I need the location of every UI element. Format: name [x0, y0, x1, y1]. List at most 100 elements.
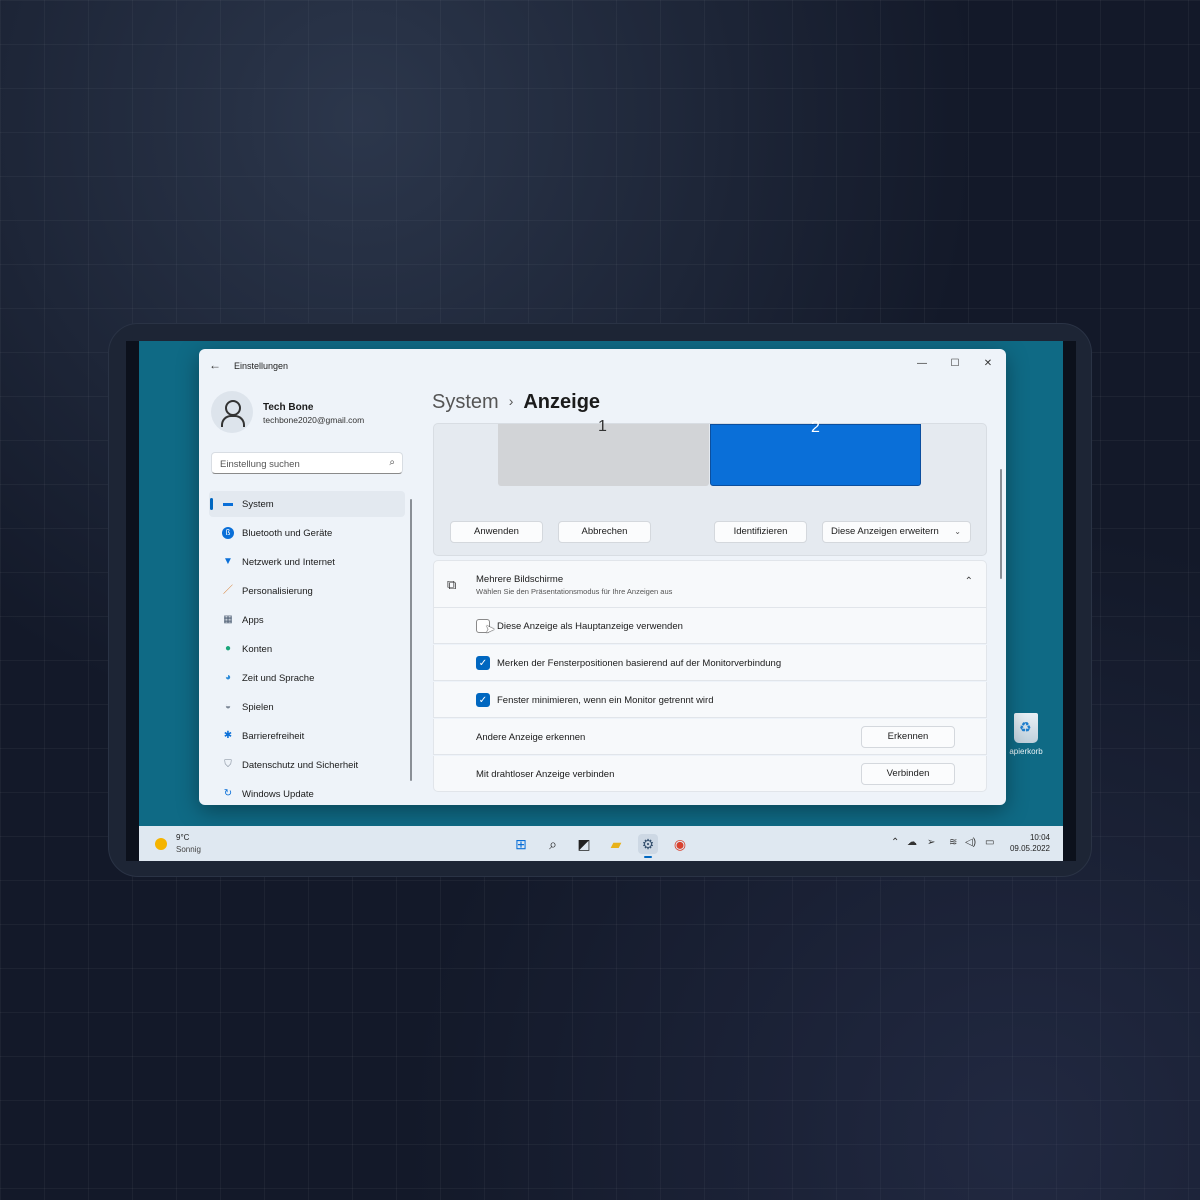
option-remember-positions-row: ✓ Merken der Fensterpositionen basierend…	[433, 645, 987, 681]
sidebar-item-label: Personalisierung	[242, 586, 313, 597]
search-input[interactable]: Einstellung suchen ⌕	[211, 452, 403, 474]
sidebar-item-label: Konten	[242, 644, 273, 655]
sidebar-item-accessibility[interactable]: ✱ Barrierefreiheit	[209, 723, 405, 749]
task-view-icon[interactable]: ◩	[574, 834, 594, 854]
bluetooth-icon: ß	[222, 527, 234, 539]
weather-condition[interactable]: Sonnig	[176, 845, 201, 854]
sidebar-nav: ▬ System ß Bluetooth und Geräte ▼ Netzwe…	[209, 491, 405, 805]
search-placeholder: Einstellung suchen	[220, 459, 300, 470]
wifi-icon: ▼	[223, 556, 233, 567]
monitor-2[interactable]: 2	[710, 419, 921, 486]
detect-button[interactable]: Erkennen	[861, 726, 955, 748]
sidebar-item-label: Netzwerk und Internet	[242, 557, 335, 568]
battery-icon[interactable]: ▭	[985, 837, 994, 848]
chevron-up-icon[interactable]: ⌃	[965, 576, 973, 587]
content-scrollbar[interactable]	[1000, 469, 1002, 579]
maximize-button[interactable]: ☐	[938, 354, 972, 374]
sidebar-item-accounts[interactable]: ● Konten	[209, 636, 405, 662]
sidebar-item-privacy[interactable]: ⛉ Datenschutz und Sicherheit	[209, 752, 405, 778]
wifi-icon[interactable]: ≋	[949, 837, 957, 848]
breadcrumb-parent[interactable]: System	[432, 391, 499, 413]
option-main-display-row: ➤ Diese Anzeige als Hauptanzeige verwend…	[433, 608, 987, 644]
minimize-windows-label: Fenster minimieren, wenn ein Monitor get…	[497, 695, 714, 706]
detect-display-row: Andere Anzeige erkennen Erkennen	[433, 719, 987, 755]
sidebar-item-system[interactable]: ▬ System	[209, 491, 405, 517]
sidebar-item-personalization[interactable]: ／ Personalisierung	[209, 578, 405, 604]
chevron-down-icon: ⌄	[954, 527, 961, 536]
sidebar-item-label: System	[242, 499, 274, 510]
mouse-cursor-icon: ➤	[485, 622, 496, 636]
brush-icon: ／	[223, 585, 233, 596]
monitor-2-number: 2	[811, 419, 820, 436]
remember-positions-checkbox[interactable]: ✓	[476, 656, 490, 670]
taskbar: 9°C Sonnig ⊞ ⌕ ◩ ▰ ⚙ ◉ ⌃ ☁ ➢ ≋ ◁) ▭ 10:0…	[139, 826, 1063, 861]
clock[interactable]: 10:04 09.05.2022	[1010, 832, 1050, 854]
sidebar-item-time-language[interactable]: ◕ Zeit und Sprache	[209, 665, 405, 691]
wireless-display-label: Mit drahtloser Anzeige verbinden	[476, 769, 615, 780]
remember-positions-label: Merken der Fensterpositionen basierend a…	[497, 658, 782, 669]
section-title: Mehrere Bildschirme	[476, 574, 564, 585]
apps-icon: ▦	[223, 614, 233, 625]
sidebar-scrollbar[interactable]	[410, 499, 412, 781]
windows-start-icon[interactable]: ⊞	[511, 834, 531, 854]
settings-gear-icon[interactable]: ⚙	[638, 834, 658, 858]
profile-name: Tech Bone	[263, 402, 314, 413]
chevron-up-icon[interactable]: ⌃	[891, 837, 899, 848]
recycle-bin-label: apierkorb	[1009, 747, 1043, 756]
sidebar-item-apps[interactable]: ▦ Apps	[209, 607, 405, 633]
multiple-displays-header[interactable]: ⧉ Mehrere Bildschirme Wählen Sie den Prä…	[433, 560, 987, 608]
search-icon[interactable]: ⌕	[543, 834, 563, 854]
display-mode-select[interactable]: Diese Anzeigen erweitern ⌄	[822, 521, 971, 543]
weather-temperature[interactable]: 9°C	[176, 833, 189, 842]
file-explorer-icon[interactable]: ▰	[606, 834, 626, 854]
apply-button[interactable]: Anwenden	[450, 521, 543, 543]
sun-icon[interactable]	[155, 838, 167, 850]
update-icon: ↻	[223, 788, 233, 799]
display-arrangement-card: 1 2 Anwenden Abbrechen Identifizieren Di…	[433, 418, 987, 556]
sidebar-item-gaming[interactable]: ◒ Spielen	[209, 694, 405, 720]
display-mode-value: Diese Anzeigen erweitern	[831, 526, 939, 537]
gamepad-icon: ◒	[224, 701, 232, 712]
monitor-1[interactable]: 1	[498, 418, 709, 486]
chrome-icon[interactable]: ◉	[670, 834, 690, 854]
option-minimize-windows-row: ✓ Fenster minimieren, wenn ein Monitor g…	[433, 682, 987, 718]
sidebar-item-network[interactable]: ▼ Netzwerk und Internet	[209, 549, 405, 575]
settings-window: ← Einstellungen — ☐ ✕ Tech Bone techbone…	[199, 349, 1006, 805]
globe-clock-icon: ◕	[224, 672, 232, 683]
main-display-label: Diese Anzeige als Hauptanzeige verwenden	[497, 621, 683, 632]
sidebar-item-label: Zeit und Sprache	[242, 673, 315, 684]
identify-button[interactable]: Identifizieren	[714, 521, 807, 543]
clock-date: 09.05.2022	[1009, 844, 1050, 853]
shield-icon: ⛉	[224, 759, 232, 770]
person-icon: ●	[224, 643, 232, 654]
close-button[interactable]: ✕	[971, 354, 1005, 374]
sidebar-item-bluetooth[interactable]: ß Bluetooth und Geräte	[209, 520, 405, 546]
sidebar-item-label: Spielen	[242, 702, 274, 713]
minimize-button[interactable]: —	[905, 354, 939, 374]
page-title: Anzeige	[523, 391, 601, 413]
sidebar-item-windows-update[interactable]: ↻ Windows Update	[209, 781, 405, 805]
detect-display-label: Andere Anzeige erkennen	[476, 732, 586, 743]
chevron-right-icon: ›	[508, 393, 514, 409]
arrow-left-icon[interactable]: ←	[209, 358, 221, 372]
volume-icon[interactable]: ◁)	[965, 837, 976, 848]
sidebar-item-label: Datenschutz und Sicherheit	[242, 760, 359, 771]
monitor-icon: ▬	[223, 498, 233, 509]
recycle-bin-icon	[1014, 713, 1038, 743]
window-title: Einstellungen	[234, 361, 289, 371]
connect-button[interactable]: Verbinden	[861, 763, 955, 785]
avatar	[211, 391, 253, 433]
clock-time: 10:04	[1029, 833, 1050, 842]
sidebar-item-label: Bluetooth und Geräte	[242, 528, 333, 539]
wireless-display-row: Mit drahtloser Anzeige verbinden Verbind…	[433, 756, 987, 792]
sidebar-item-label: Windows Update	[242, 789, 314, 800]
location-icon[interactable]: ➢	[927, 837, 935, 848]
minimize-windows-checkbox[interactable]: ✓	[476, 693, 490, 707]
accessibility-icon: ✱	[223, 730, 233, 741]
monitor-1-number: 1	[598, 418, 607, 435]
multiple-displays-icon: ⧉	[447, 577, 457, 592]
cancel-button[interactable]: Abbrechen	[558, 521, 651, 543]
onedrive-cloud-icon[interactable]: ☁	[907, 837, 917, 848]
breadcrumb: System › Anzeige	[432, 391, 600, 414]
profile-email: techbone2020@gmail.com	[263, 415, 365, 425]
